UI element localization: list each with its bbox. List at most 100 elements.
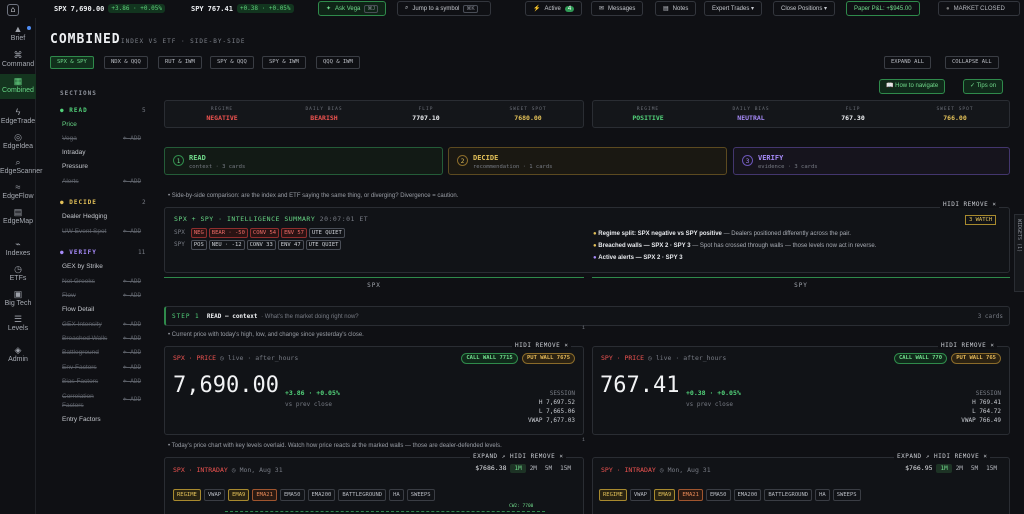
timeframe-1m[interactable]: 1M [510,464,526,473]
expand-hide-remove-controls[interactable]: EXPAND ↗ HIDI REMOVE × [470,453,567,460]
pair-tab-spy-qqq[interactable]: SPY & QQQ [210,56,254,69]
watch-badge[interactable]: 3 WATCH [965,215,997,225]
section-item-price[interactable]: Price [62,121,77,128]
close-positions-dropdown[interactable]: Close Positions ▾ [773,1,836,16]
section-item-entry-factors[interactable]: Entry Factors [62,416,101,423]
how-to-navigate-button[interactable]: 📖 How to navigate [879,79,946,94]
ask-vega-button[interactable]: ✦ Ask Vega ⌘J [318,1,386,16]
overlay-toggle[interactable]: VWAP [203,489,226,501]
overlay-toggle[interactable]: EMA9 [228,489,250,501]
hide-remove-controls[interactable]: HIDI REMOVE × [512,342,572,349]
section-item-alerts[interactable]: Alerts [62,178,79,185]
overlay-toggle[interactable]: EMA50 [279,489,305,501]
overlay-toggle[interactable]: VWAP [629,489,652,501]
section-item-uw-event-spot[interactable]: UW Event Spot [62,228,106,235]
overlay-toggle[interactable]: EMA21 [252,489,277,501]
overlay-toggle[interactable]: EMA200 [307,489,336,501]
hide-remove-controls[interactable]: HIDI REMOVE × [940,201,1000,208]
sidebar-item-etfs[interactable]: ◷ ETFs [0,264,36,282]
add-button[interactable]: + ADD [123,321,141,328]
section-item-correlation-factors[interactable]: Correlation Factors [62,392,114,410]
add-button[interactable]: + ADD [123,378,141,385]
timeframe-5m[interactable]: 5M [967,464,982,473]
symbol-search[interactable]: ⌕ Jump to a symbol ⌘K [397,1,491,16]
section-item-battleground[interactable]: Battleground [62,349,99,356]
step-card-decide[interactable]: 2 DECIDE recommendation · 1 cards [448,147,727,175]
add-button[interactable]: + ADD [123,178,141,185]
sidebar-item-edgeidea[interactable]: ◎ EdgeIdea [0,132,36,150]
section-item-intraday[interactable]: Intraday [62,149,86,156]
info-icon[interactable]: i [582,437,585,443]
section-item-bias-factors[interactable]: Bias Factors [62,378,98,385]
sidebar-item-levels[interactable]: ☰ Levels [0,314,36,332]
add-button[interactable]: + ADD [123,335,141,342]
add-button[interactable]: + ADD [123,396,141,403]
timeframe-2m[interactable]: 2M [526,464,541,473]
pair-tab-spy-iwm[interactable]: SPY & IWM [262,56,306,69]
expand-hide-remove-controls[interactable]: EXPAND ↗ HIDI REMOVE × [894,453,991,460]
pair-tab-ndx-qqq[interactable]: NDX & QQQ [104,56,148,69]
sidebar-item-indexes[interactable]: ⌁ Indexes [0,239,36,257]
overlay-toggle[interactable]: HA [389,489,404,501]
sidebar-item-command[interactable]: ⌘ Command [0,50,36,68]
active-button[interactable]: ⚡ Active 4 [525,1,583,16]
overlay-toggle[interactable]: HA [815,489,830,501]
overlay-toggle[interactable]: SWEEPS [406,489,435,501]
section-item-env-factors[interactable]: Env Factors [62,364,97,371]
add-button[interactable]: + ADD [123,349,141,356]
section-read-header[interactable]: ● READ [60,107,88,114]
section-verify-header[interactable]: ● VERIFY [60,249,97,256]
sidebar-item-edgeflow[interactable]: ≈ EdgeFlow [0,182,36,200]
timeframe-1m[interactable]: 1M [936,464,952,473]
overlay-toggle[interactable]: EMA200 [733,489,762,501]
step-card-read[interactable]: 1 READ context · 3 cards [164,147,443,175]
overlay-toggle[interactable]: EMA50 [705,489,731,501]
timeframe-2m[interactable]: 2M [952,464,967,473]
timeframe-15m[interactable]: 15M [982,464,1001,473]
overlay-toggle[interactable]: EMA21 [678,489,703,501]
sidebar-item-edgescanner[interactable]: ⌕ EdgeScanner [0,157,42,175]
hide-remove-controls[interactable]: HIDI REMOVE × [938,342,998,349]
widgets-tab[interactable]: WIDGETS (1) [1014,214,1024,292]
timeframe-5m[interactable]: 5M [541,464,556,473]
section-item-gex-intensity[interactable]: GEX Intensity [62,321,102,328]
overlay-toggle[interactable]: BATTLEGROUND [764,489,813,501]
section-decide-header[interactable]: ● DECIDE [60,199,97,206]
info-icon[interactable]: i [582,325,585,331]
collapse-all-button[interactable]: COLLAPSE ALL [945,56,999,69]
step-card-verify[interactable]: 3 VERIFY evidence · 3 cards [733,147,1010,175]
add-button[interactable]: + ADD [123,278,141,285]
add-button[interactable]: + ADD [123,364,141,371]
notes-button[interactable]: ▤ Notes [655,1,697,16]
overlay-toggle[interactable]: EMA9 [654,489,676,501]
section-item-gex-by-strike[interactable]: GEX by Strike [62,263,103,270]
sidebar-item-admin[interactable]: ◈ Admin [0,345,36,363]
overlay-toggle[interactable]: BATTLEGROUND [338,489,387,501]
expert-trades-dropdown[interactable]: Expert Trades ▾ [704,1,763,16]
paper-pnl[interactable]: Paper P&L: +$945.00 [846,1,920,16]
messages-button[interactable]: ✉ Messages [591,1,644,16]
sidebar-item-brief[interactable]: ▲ Brief [0,24,36,42]
timeframe-15m[interactable]: 15M [556,464,575,473]
sidebar-item-edgetrade[interactable]: ϟ EdgeTrade [0,107,36,125]
ticker-spx[interactable]: SPX 7,690.00 +3.86 · +0.05% [54,2,165,15]
overlay-toggle[interactable]: REGIME [599,489,627,501]
sidebar-item-big-tech[interactable]: ▣ Big Tech [0,289,36,307]
sidebar-item-edgemap[interactable]: ▤ EdgeMap [0,207,36,225]
pair-tab-spx-spy[interactable]: SPX & SPY [50,56,94,69]
section-item-pressure[interactable]: Pressure [62,163,88,170]
section-item-flow[interactable]: Flow [62,292,76,299]
section-item-vega[interactable]: Vega [62,135,77,142]
section-item-breached-walls[interactable]: Breached Walls [62,335,107,342]
pair-tab-rut-iwm[interactable]: RUT & IWM [158,56,202,69]
sidebar-item-combined[interactable]: ▦ Combined [0,74,36,99]
add-button[interactable]: + ADD [123,228,141,235]
expand-all-button[interactable]: EXPAND ALL [884,56,932,69]
step1-bar[interactable]: STEP 1 READ — context · What's the marke… [164,306,1010,326]
section-item-flow-detail[interactable]: Flow Detail [62,306,94,313]
section-item-dealer-hedging[interactable]: Dealer Hedging [62,213,107,220]
tips-toggle[interactable]: ✓ Tips on [963,79,1004,94]
app-logo-icon[interactable]: ⌂ [7,4,19,16]
overlay-toggle[interactable]: REGIME [173,489,201,501]
add-button[interactable]: + ADD [123,292,141,299]
